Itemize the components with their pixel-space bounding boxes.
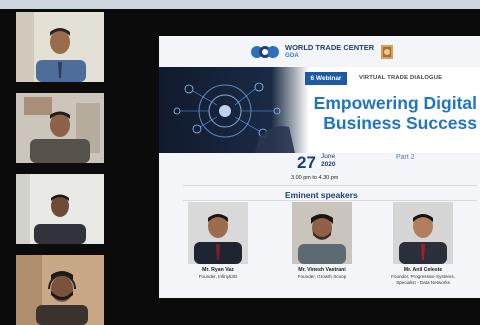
headline-line-1: Empowering Digital <box>313 93 477 113</box>
org-subtitle: GOA <box>285 53 299 59</box>
participant-video-tile[interactable] <box>16 93 104 163</box>
participant-video <box>16 12 104 82</box>
speaker-name: Mr. Anil Celeste <box>403 267 443 273</box>
webinar-banner: 6 Webinar VIRTUAL TRADE DIALOGUE Empower… <box>159 67 480 153</box>
webinar-headline: Empowering Digital Business Success <box>279 93 477 133</box>
speaker-role: Founder, Infinyti3D <box>179 274 257 280</box>
participant-video-tile[interactable] <box>16 255 104 325</box>
speaker-photo <box>292 202 352 264</box>
speaker-role: Founder, Growth Scoop <box>283 274 361 280</box>
speaker-role: Founder, Progressive Systems, Specialist… <box>384 274 462 285</box>
date-year: 2020 <box>321 161 336 168</box>
shared-screen-slide: WORLD TRADE CENTER GOA 6 Webinar VIRTUAL… <box>159 36 480 298</box>
divider <box>183 200 477 201</box>
speaker-role-line-1: Founder, Progressive Systems, <box>391 274 455 279</box>
speaker-name: Mr. Ryan Vaz <box>202 267 234 273</box>
participant-video <box>16 174 104 244</box>
wtc-logo: WORLD TRADE CENTER GOA <box>247 41 374 63</box>
speaker-role-line-2: Specialist - Data Networks <box>396 279 450 285</box>
participant-video <box>16 93 104 163</box>
speakers-heading: Eminent speakers <box>285 190 358 200</box>
emblem-icon <box>381 45 393 59</box>
window-top-bar <box>0 0 480 9</box>
date-day: 27 <box>297 153 316 172</box>
speaker-photo <box>188 202 248 264</box>
date-month: June <box>321 153 336 160</box>
headline-line-2: Business Success <box>323 113 477 133</box>
org-title: WORLD TRADE CENTER <box>285 43 375 52</box>
divider <box>183 185 477 186</box>
speaker-role-line-1: Founder, Infinyti3D <box>198 274 238 279</box>
participant-video-tile[interactable] <box>16 174 104 244</box>
participant-video-tile[interactable] <box>16 12 104 82</box>
part-label: Part 2 <box>396 154 415 161</box>
speaker-role-line-1: Founder, Growth Scoop <box>297 274 347 279</box>
series-title: VIRTUAL TRADE DIALOGUE <box>359 75 443 81</box>
wtc-globe-icon <box>251 46 279 58</box>
speaker-name: Mr. Vinesh Vastrani <box>298 267 346 273</box>
speaker-photo <box>393 202 453 264</box>
event-time: 3.00 pm to 4.30 pm <box>291 175 339 181</box>
webinar-tag: 6 Webinar <box>305 72 347 85</box>
participant-video <box>16 255 104 325</box>
